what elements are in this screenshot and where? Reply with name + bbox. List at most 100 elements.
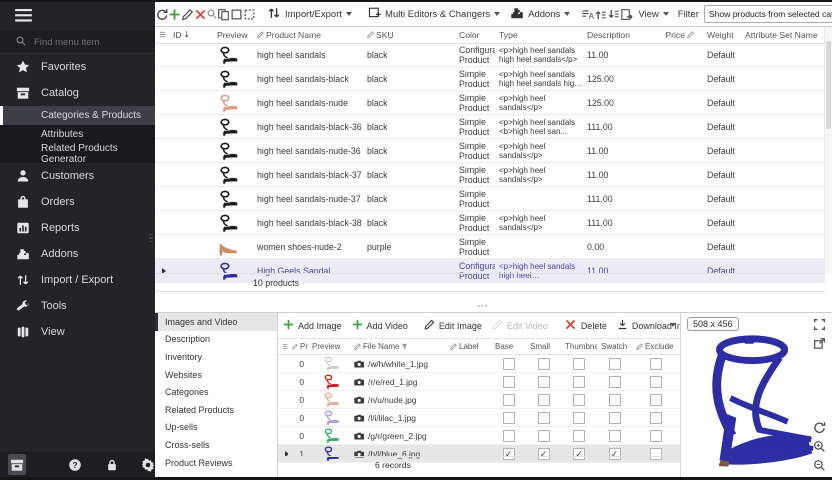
base-checkbox[interactable] bbox=[503, 358, 515, 370]
tab-product-reviews[interactable]: Product Reviews bbox=[155, 454, 277, 472]
sidebar-item-attributes[interactable]: Attributes bbox=[0, 125, 155, 144]
move-down-icon[interactable] bbox=[607, 5, 620, 23]
tab-inventory[interactable]: Inventory bbox=[155, 348, 277, 366]
tab-categories[interactable]: Categories bbox=[155, 383, 277, 401]
multi-editors-menu[interactable]: Multi Editors & Changers bbox=[363, 6, 505, 22]
product-row-13733[interactable]: high heel sandals-nudeblackSimple Produc… bbox=[155, 91, 825, 115]
base-checkbox[interactable] bbox=[503, 376, 515, 388]
small-checkbox[interactable] bbox=[538, 394, 550, 406]
addons-menu[interactable]: Addons bbox=[505, 6, 575, 23]
sidebar-item-tools[interactable]: Tools bbox=[0, 293, 155, 319]
swatch-checkbox[interactable] bbox=[609, 394, 621, 406]
col-small[interactable]: Small bbox=[526, 342, 561, 351]
sidebar-item-catalog[interactable]: Catalog bbox=[0, 80, 155, 106]
sidebar-splitter-handle[interactable]: :::: bbox=[149, 235, 153, 243]
col-file-name[interactable]: File Name bbox=[350, 342, 446, 351]
col-base[interactable]: Base bbox=[491, 342, 526, 351]
help-icon[interactable]: ? bbox=[68, 456, 82, 473]
col-weight[interactable]: Weight bbox=[703, 30, 741, 40]
tab-description[interactable]: Description bbox=[155, 331, 277, 349]
sidebar-item-favorites[interactable]: Favorites bbox=[0, 54, 155, 80]
image-row-r-e-red-1-jpg[interactable]: 0/r/e/red_1.jpg bbox=[278, 373, 680, 391]
base-checkbox[interactable] bbox=[503, 412, 515, 424]
thumbnail-checkbox[interactable] bbox=[573, 412, 585, 424]
edit-icon[interactable] bbox=[181, 5, 194, 23]
add-video-button[interactable]: Add Video bbox=[347, 319, 413, 332]
menu-search-input[interactable]: Find menu item bbox=[0, 31, 155, 54]
product-row-13739[interactable]: high heel sandals-nude-37blackSimple Pro… bbox=[155, 187, 825, 211]
sidebar-item-import-export[interactable]: Import / Export bbox=[0, 267, 155, 293]
import-export-menu[interactable]: Import/Export bbox=[262, 6, 357, 23]
small-checkbox[interactable] bbox=[538, 376, 550, 388]
zoom-out-icon[interactable] bbox=[813, 459, 827, 473]
product-row-13817[interactable]: women shoes-nude-2purpleSimple Product0.… bbox=[155, 235, 825, 259]
sidebar-item-reports[interactable]: Reports bbox=[0, 215, 155, 241]
product-row-13732[interactable]: high heel sandals-blackblackSimple Produ… bbox=[155, 67, 825, 91]
search-icon[interactable] bbox=[207, 5, 217, 23]
product-row-13737[interactable]: high heel sandals-nude-36blackSimple Pro… bbox=[155, 139, 825, 163]
col-sku[interactable]: SKU bbox=[363, 30, 455, 40]
product-row-13738[interactable]: high heel sandals-black-37blackSimple Pr… bbox=[155, 163, 825, 187]
tab-related-products[interactable]: Related Products bbox=[155, 401, 277, 419]
image-row-w-h-white-1-jpg[interactable]: 0/w/h/white_1.jpg bbox=[278, 355, 680, 373]
rotate-icon[interactable] bbox=[813, 421, 827, 435]
image-row-l-i-lilac-1-jpg[interactable]: 0/l/i/lilac_1.jpg bbox=[278, 409, 680, 427]
filter-select[interactable]: Show products from selected categories bbox=[704, 5, 832, 23]
col-attribute-set[interactable]: Attribute Set Name bbox=[741, 30, 825, 40]
panel-splitter-handle[interactable]: ⋯ bbox=[477, 299, 489, 312]
image-row-n-u-nude-jpg[interactable]: 0/n/u/nude.jpg bbox=[278, 391, 680, 409]
add-image-button[interactable]: Add Image bbox=[278, 319, 347, 332]
hamburger-menu-icon[interactable] bbox=[0, 2, 155, 31]
sidebar-item-orders[interactable]: Orders bbox=[0, 189, 155, 215]
tab-up-sells[interactable]: Up-sells bbox=[155, 419, 277, 437]
exclude-checkbox[interactable] bbox=[650, 412, 662, 424]
col-description[interactable]: Description bbox=[583, 30, 661, 40]
sidebar-item-related-products-generator[interactable]: Related Products Generator bbox=[0, 144, 155, 163]
tab-cross-sells[interactable]: Cross-sells bbox=[155, 436, 277, 454]
small-checkbox[interactable] bbox=[538, 430, 550, 442]
col-id[interactable]: ID bbox=[169, 30, 213, 40]
product-row-13731[interactable]: high heel sandalsblackConfigurable Produ… bbox=[155, 43, 825, 67]
actual-size-icon[interactable] bbox=[813, 318, 827, 332]
delete-button[interactable]: Delete bbox=[559, 318, 612, 333]
chevron-down-icon[interactable] bbox=[670, 323, 676, 327]
sidebar-item-addons[interactable]: Addons bbox=[0, 241, 155, 267]
col-preview[interactable]: Preview bbox=[213, 30, 253, 40]
col-color[interactable]: Color bbox=[455, 30, 495, 40]
thumbnail-checkbox[interactable] bbox=[573, 376, 585, 388]
image-row-g-r-green-2-jpg[interactable]: 0/g/r/green_2.jpg bbox=[278, 427, 680, 445]
col-type[interactable]: Type bbox=[495, 30, 583, 40]
move-up-icon[interactable] bbox=[594, 5, 607, 23]
thumbnail-checkbox[interactable] bbox=[573, 358, 585, 370]
lock-icon[interactable] bbox=[105, 456, 119, 473]
base-checkbox[interactable] bbox=[503, 394, 515, 406]
exclude-checkbox[interactable] bbox=[650, 376, 662, 388]
col-thumbnail[interactable]: Thumbna bbox=[561, 342, 597, 351]
col-preview[interactable]: Preview bbox=[308, 342, 350, 351]
sidebar-item-customers[interactable]: Customers bbox=[0, 163, 155, 189]
col-product-name[interactable]: Product Name bbox=[253, 30, 363, 40]
select-all-header[interactable] bbox=[278, 343, 288, 350]
product-row-13740[interactable]: high heel sandals-black-38blackSimple Pr… bbox=[155, 211, 825, 235]
add-icon[interactable] bbox=[168, 5, 181, 23]
col-price[interactable]: Price bbox=[661, 30, 703, 40]
checkbox-icon[interactable] bbox=[230, 5, 243, 23]
small-checkbox[interactable] bbox=[538, 412, 550, 424]
swatch-checkbox[interactable] bbox=[609, 430, 621, 442]
base-checkbox[interactable] bbox=[503, 430, 515, 442]
col-label[interactable]: Label bbox=[446, 342, 491, 351]
open-external-icon[interactable] bbox=[813, 337, 827, 351]
select-all-header[interactable] bbox=[155, 31, 169, 38]
edit-image-button[interactable]: Edit Image bbox=[419, 319, 487, 332]
exclude-checkbox[interactable] bbox=[650, 394, 662, 406]
swatch-checkbox[interactable] bbox=[609, 412, 621, 424]
tab-websites[interactable]: Websites bbox=[155, 366, 277, 384]
view-menu[interactable]: View bbox=[633, 9, 673, 20]
col-swatch[interactable]: Swatch bbox=[597, 342, 632, 351]
zoom-in-icon[interactable] bbox=[813, 440, 827, 454]
swatch-checkbox[interactable] bbox=[609, 358, 621, 370]
product-row-13736[interactable]: high heel sandals-black-36blackSimple Pr… bbox=[155, 115, 825, 139]
col-exclude[interactable]: Exclude bbox=[632, 342, 680, 351]
delete-icon[interactable] bbox=[194, 5, 207, 23]
select-special-icon[interactable] bbox=[243, 5, 256, 23]
